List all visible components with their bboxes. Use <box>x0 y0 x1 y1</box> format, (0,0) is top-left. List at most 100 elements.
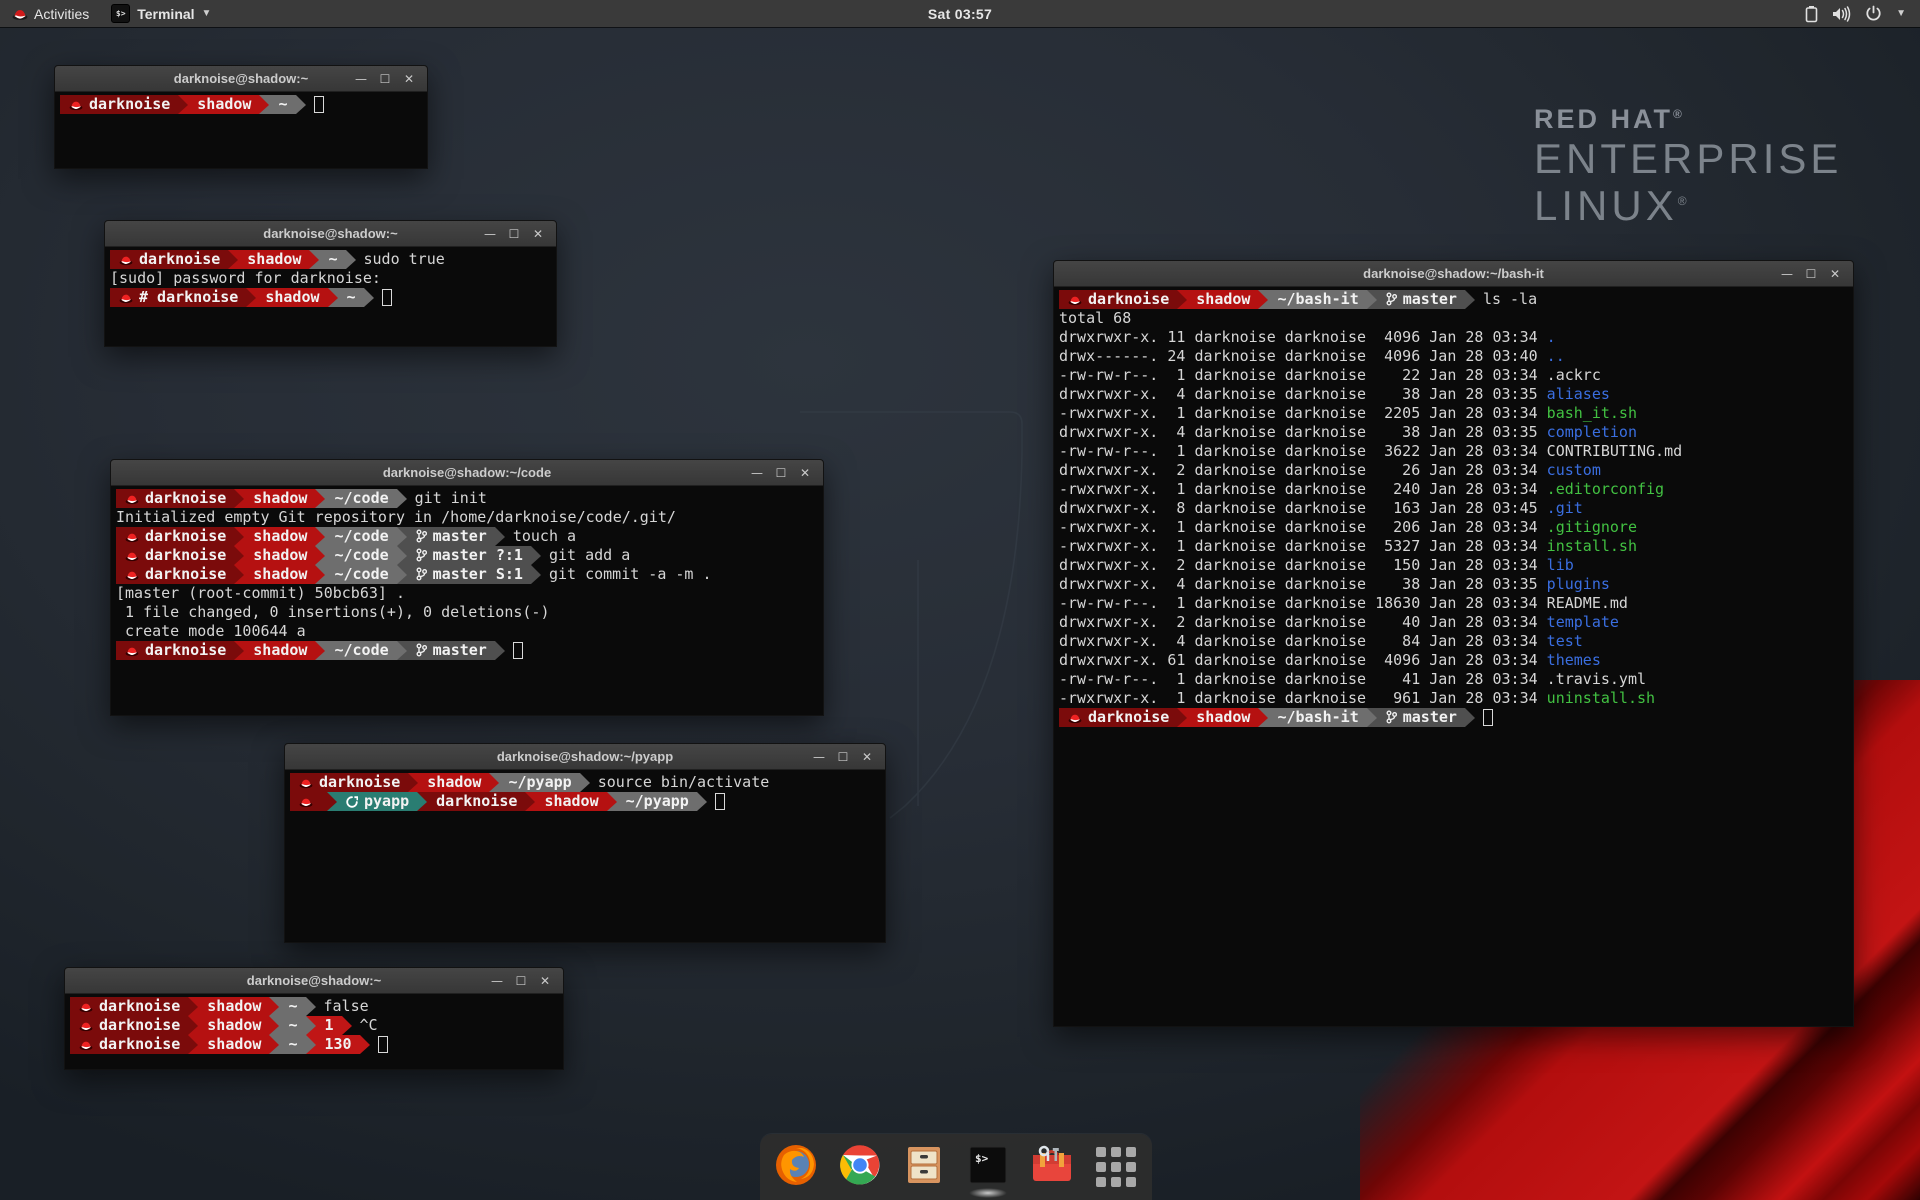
window-titlebar[interactable]: darknoise@shadow:~/pyapp —☐✕ <box>285 744 885 770</box>
minimize-button[interactable]: — <box>1777 264 1797 284</box>
dock-item-toolbox[interactable] <box>1029 1144 1075 1190</box>
chevron-down-icon: ▼ <box>202 8 212 19</box>
powerline-separator <box>259 95 269 114</box>
minimize-button[interactable]: — <box>809 747 829 767</box>
prompt-segment: shadow <box>244 641 315 660</box>
close-button[interactable]: ✕ <box>535 971 555 991</box>
maximize-button[interactable]: ☐ <box>375 69 395 89</box>
prompt-segment: darknoise <box>116 489 234 508</box>
powerline-separator <box>234 565 244 584</box>
output-line: total 68 <box>1059 309 1853 328</box>
powerline-separator <box>188 997 198 1016</box>
terminal-window-bashit[interactable]: darknoise@shadow:~/bash-it —☐✕ darknoise… <box>1053 260 1854 1027</box>
window-titlebar[interactable]: darknoise@shadow:~/code —☐✕ <box>111 460 823 486</box>
close-button[interactable]: ✕ <box>857 747 877 767</box>
terminal-window-pyapp[interactable]: darknoise@shadow:~/pyapp —☐✕ darknoisesh… <box>284 743 886 943</box>
powerline-separator <box>306 1035 316 1054</box>
dock-item-firefox[interactable] <box>773 1144 819 1190</box>
app-menu-terminal[interactable]: $> Terminal ▼ <box>101 0 221 27</box>
close-button[interactable]: ✕ <box>795 463 815 483</box>
powerline-separator <box>364 288 374 307</box>
prompt-segment: shadow <box>238 250 309 269</box>
powerline-separator <box>697 792 707 811</box>
terminal-window-home2[interactable]: darknoise@shadow:~ —☐✕ darknoiseshadow~s… <box>104 220 557 347</box>
maximize-button[interactable]: ☐ <box>511 971 531 991</box>
terminal-cursor <box>715 793 725 810</box>
file-name: template <box>1547 613 1619 631</box>
ls-row: -rw-rw-r--. 1 darknoise darknoise 18630 … <box>1059 594 1853 613</box>
prompt-segment: ~ <box>279 1016 305 1035</box>
redhat-prompt-icon <box>299 777 313 789</box>
maximize-button[interactable]: ☐ <box>833 747 853 767</box>
maximize-button[interactable]: ☐ <box>504 224 524 244</box>
system-menu-caret-icon[interactable]: ▼ <box>1896 8 1906 19</box>
powerline-separator <box>1258 708 1268 727</box>
terminal-window-home3[interactable]: darknoise@shadow:~ —☐✕ darknoise shadow ~ f… <box>64 967 564 1070</box>
minimize-button[interactable]: — <box>487 971 507 991</box>
dock-item-files[interactable] <box>901 1144 947 1190</box>
redhat-prompt-icon <box>299 796 313 808</box>
prompt-segment: ~ <box>319 250 345 269</box>
maximize-button[interactable]: ☐ <box>771 463 791 483</box>
terminal-content-home2[interactable]: darknoiseshadow~sudo true[sudo] password… <box>105 247 556 346</box>
prompt-line: darknoiseshadow~/pyappsource bin/activat… <box>290 773 885 792</box>
window-titlebar[interactable]: darknoise@shadow:~ —☐✕ <box>105 221 556 247</box>
powerline-separator <box>327 792 337 811</box>
powerline-separator <box>315 641 325 660</box>
file-name: test <box>1547 632 1583 650</box>
close-button[interactable]: ✕ <box>528 224 548 244</box>
command-text: false <box>316 997 369 1015</box>
clock[interactable]: Sat 03:57 <box>928 6 992 22</box>
activities-button[interactable]: Activities <box>0 0 101 27</box>
prompt-line: # darknoiseshadow~ <box>110 288 556 307</box>
terminal-content-pyapp[interactable]: darknoiseshadow~/pyappsource bin/activat… <box>285 770 885 942</box>
power-icon[interactable] <box>1865 5 1882 22</box>
terminal-mini-icon: $> <box>111 4 130 23</box>
maximize-button[interactable]: ☐ <box>1801 264 1821 284</box>
terminal-content-code[interactable]: darknoiseshadow~/codegit initInitialized… <box>111 486 823 715</box>
terminal-content-bashit[interactable]: darknoiseshadow~/bash-itmasterls -latota… <box>1054 287 1853 1026</box>
terminal-icon: $> <box>967 1144 1009 1191</box>
terminal-window-home1[interactable]: darknoise@shadow:~ —☐✕ darknoiseshadow~ <box>54 65 428 169</box>
output-line: create mode 100644 a <box>116 622 823 641</box>
terminal-content-home3[interactable]: darknoiseshadow~falsedarknoiseshadow~1^C… <box>65 994 563 1069</box>
close-button[interactable]: ✕ <box>1825 264 1845 284</box>
prompt-segment: shadow <box>198 1016 269 1035</box>
prompt-segment: ~/code <box>325 527 396 546</box>
dock-item-terminal[interactable]: $> <box>965 1144 1011 1190</box>
dock-item-appgrid[interactable] <box>1093 1144 1139 1190</box>
powerline-separator <box>188 1016 198 1035</box>
redhat-prompt-icon <box>119 292 133 304</box>
close-button[interactable]: ✕ <box>399 69 419 89</box>
minimize-button[interactable]: — <box>747 463 767 483</box>
prompt-segment: darknoise <box>70 1035 188 1054</box>
powerline-separator <box>531 546 541 565</box>
git-branch-icon <box>416 567 427 581</box>
ls-row: drwxrwxr-x. 4 darknoise darknoise 84 Jan… <box>1059 632 1853 651</box>
window-titlebar[interactable]: darknoise@shadow:~ —☐✕ <box>65 968 563 994</box>
powerline-separator <box>269 1035 279 1054</box>
python-venv-icon <box>346 796 358 808</box>
terminal-content-home1[interactable]: darknoiseshadow~ <box>55 92 427 168</box>
window-title: darknoise@shadow:~/bash-it <box>1054 266 1853 281</box>
window-titlebar[interactable]: darknoise@shadow:~ —☐✕ <box>55 66 427 92</box>
ls-row: drwxrwxr-x. 4 darknoise darknoise 38 Jan… <box>1059 385 1853 404</box>
toolbox-icon <box>1030 1145 1074 1190</box>
dock-item-chrome[interactable] <box>837 1144 883 1190</box>
battery-icon[interactable] <box>1805 5 1818 23</box>
dock: $> <box>760 1134 1152 1200</box>
terminal-cursor <box>513 642 523 659</box>
powerline-separator <box>315 565 325 584</box>
prompt-segment: shadow <box>198 997 269 1016</box>
powerline-separator <box>417 792 427 811</box>
prompt-segment: darknoise <box>290 773 408 792</box>
terminal-window-code[interactable]: darknoise@shadow:~/code —☐✕ darknoise sha… <box>110 459 824 716</box>
prompt-segment: darknoise <box>70 997 188 1016</box>
ls-row: -rwxrwxr-x. 1 darknoise darknoise 2205 J… <box>1059 404 1853 423</box>
prompt-line: pyappdarknoiseshadow~/pyapp <box>290 792 885 811</box>
volume-icon[interactable] <box>1832 6 1851 22</box>
minimize-button[interactable]: — <box>351 69 371 89</box>
powerline-separator <box>315 489 325 508</box>
window-titlebar[interactable]: darknoise@shadow:~/bash-it —☐✕ <box>1054 261 1853 287</box>
minimize-button[interactable]: — <box>480 224 500 244</box>
